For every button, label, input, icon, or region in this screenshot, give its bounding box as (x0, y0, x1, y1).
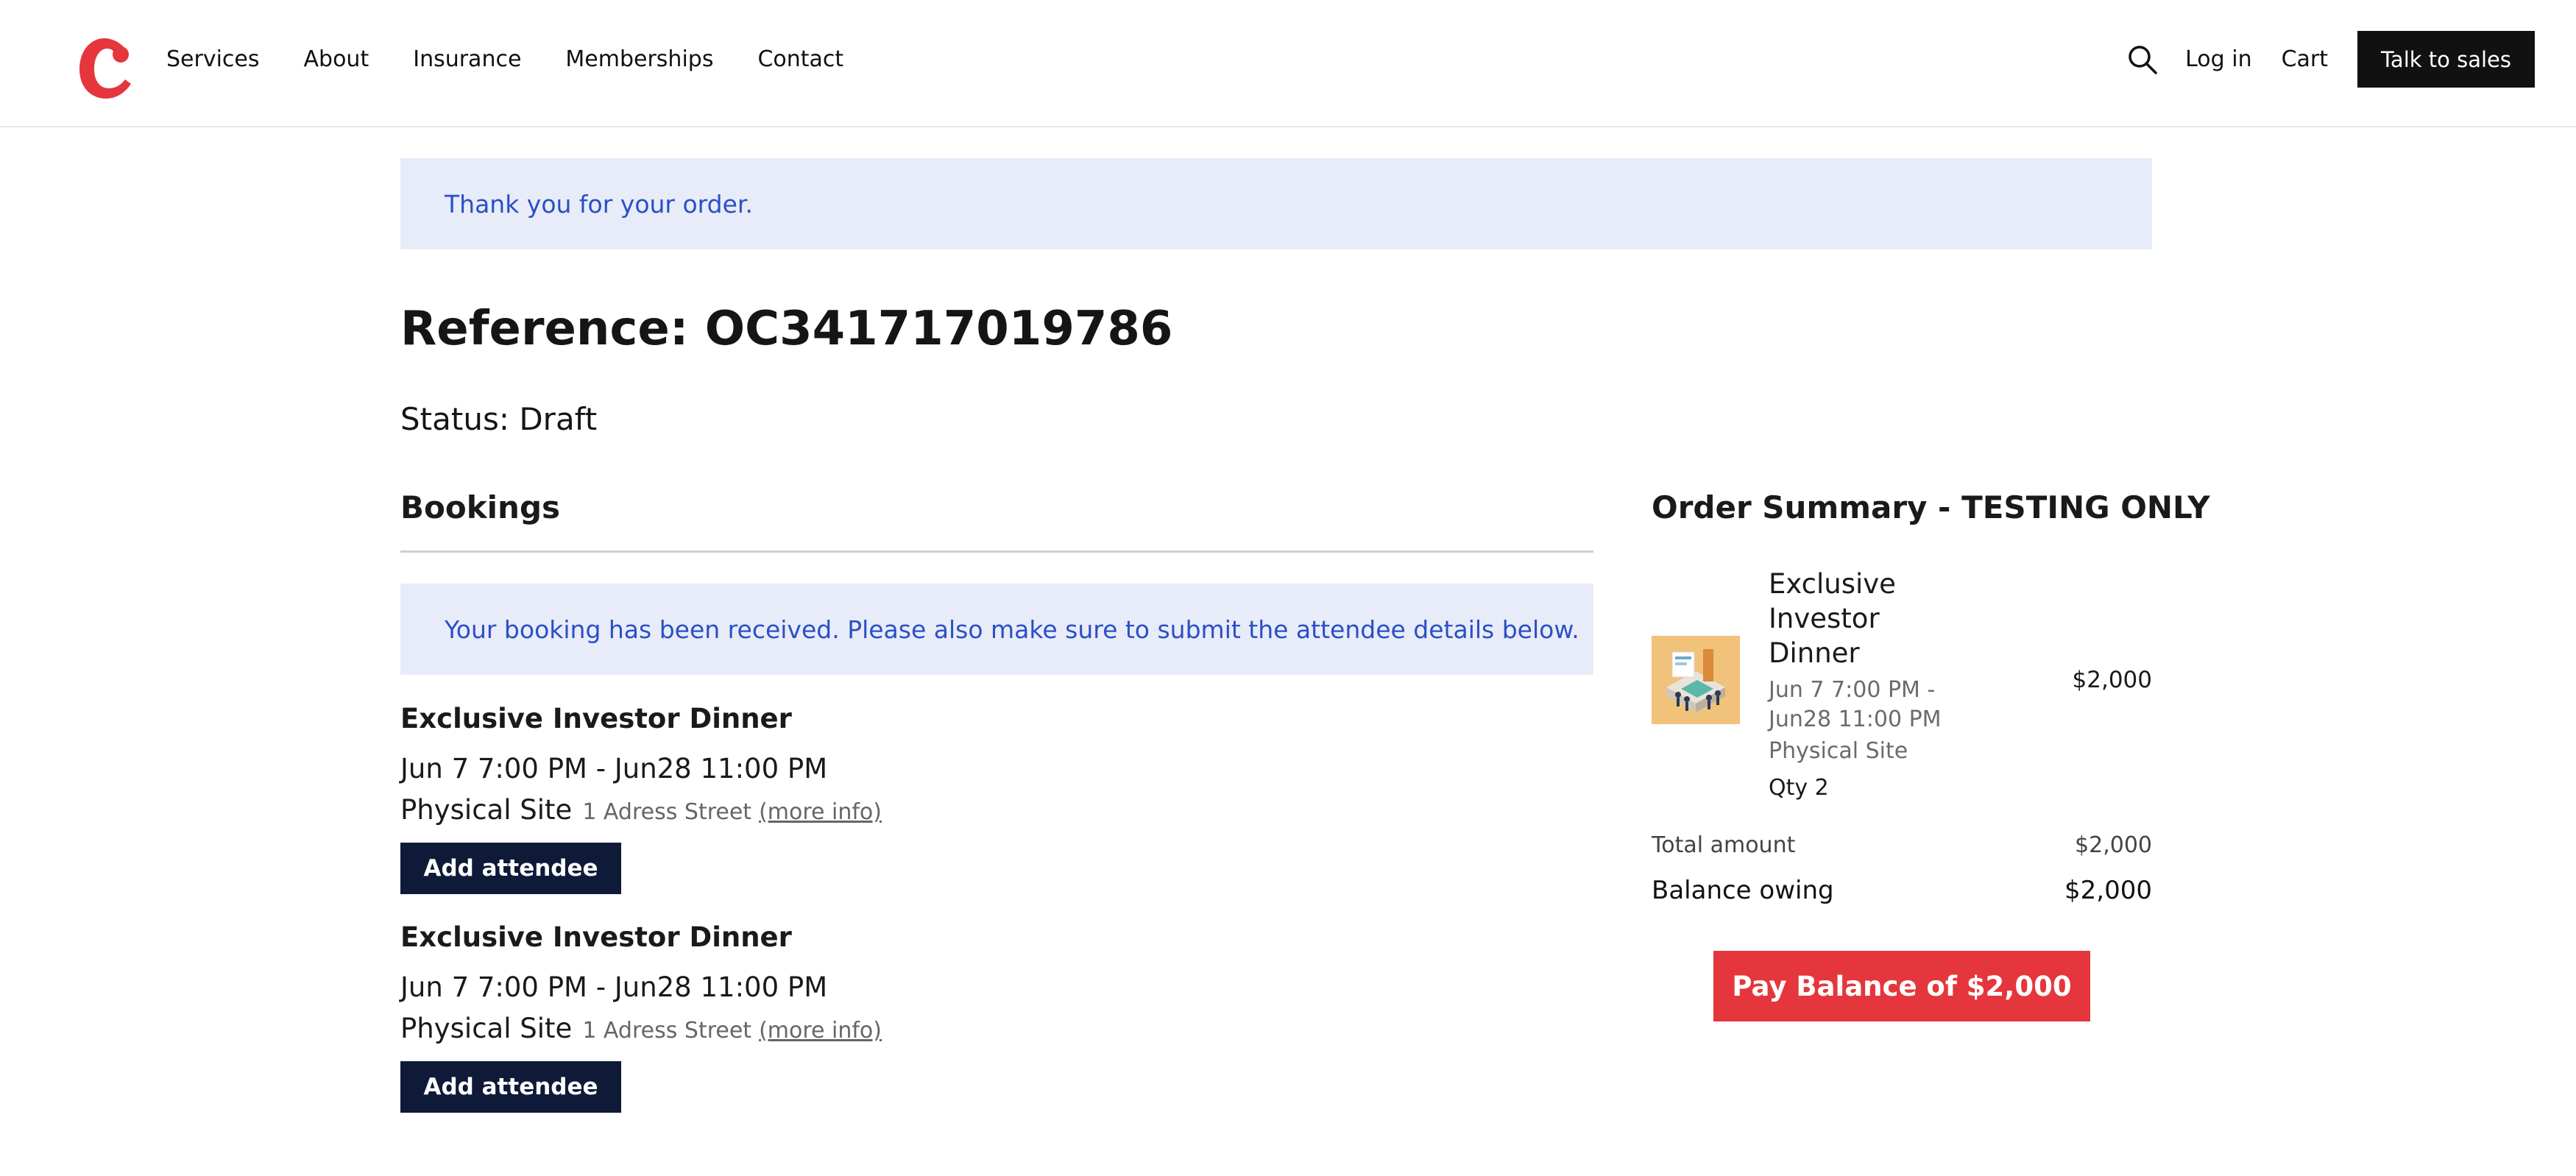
more-info-link[interactable]: (more info) (759, 1018, 882, 1044)
main-nav: Services About Insurance Memberships Con… (166, 0, 888, 118)
cart-link[interactable]: Cart (2282, 46, 2328, 72)
order-status: Status: Draft (400, 401, 598, 437)
total-amount-label: Total amount (1652, 832, 1796, 858)
nav-contact[interactable]: Contact (757, 46, 843, 72)
order-confirmation-alert: Thank you for your order. (400, 158, 2152, 249)
balance-owing-label: Balance owing (1652, 876, 1834, 905)
site-header: Services About Insurance Memberships Con… (0, 0, 2576, 127)
login-link[interactable]: Log in (2185, 46, 2251, 72)
bookings-heading: Bookings (400, 489, 561, 525)
booking-location: Physical Site 1 Adress Street (more info… (400, 1013, 1357, 1051)
talk-to-sales-button[interactable]: Talk to sales (2357, 31, 2535, 88)
header-actions: Log in Cart Talk to sales (2126, 31, 2535, 88)
nav-memberships[interactable]: Memberships (565, 46, 713, 72)
add-attendee-button[interactable]: Add attendee (400, 843, 621, 894)
brand-logo-icon[interactable] (79, 38, 132, 99)
nav-about[interactable]: About (304, 46, 369, 72)
booking-site: Physical Site (400, 794, 573, 826)
summary-item-name: Exclusive Investor Dinner (1769, 568, 1896, 669)
total-amount-row: Total amount $2,000 (1652, 832, 2152, 858)
order-summary-heading: Order Summary - TESTING ONLY (1652, 489, 2210, 525)
nav-insurance[interactable]: Insurance (413, 46, 521, 72)
booking-name: Exclusive Investor Dinner (400, 703, 792, 734)
order-reference: Reference: OC341717019786 (400, 302, 1173, 356)
bookings-divider (400, 550, 1593, 553)
booking-location: Physical Site 1 Adress Street (more info… (400, 794, 1357, 832)
booking-address: 1 Adress Street (582, 1018, 752, 1044)
search-icon[interactable] (2126, 43, 2159, 76)
booking-site: Physical Site (400, 1013, 573, 1044)
summary-item-site: Physical Site (1769, 738, 1908, 764)
nav-services[interactable]: Services (166, 46, 260, 72)
booking-item: Exclusive Investor Dinner Jun 7 7:00 PM … (400, 921, 1357, 1113)
total-amount-value: $2,000 (2075, 832, 2152, 858)
event-thumbnail-image (1652, 636, 1740, 724)
balance-owing-value: $2,000 (2064, 876, 2152, 905)
pay-balance-button[interactable]: Pay Balance of $2,000 (1713, 951, 2090, 1021)
add-attendee-button[interactable]: Add attendee (400, 1061, 621, 1113)
booking-address: 1 Adress Street (582, 799, 752, 825)
booking-item: Exclusive Investor Dinner Jun 7 7:00 PM … (400, 703, 1357, 894)
booking-received-alert: Your booking has been received. Please a… (400, 584, 1593, 675)
booking-name: Exclusive Investor Dinner (400, 921, 792, 953)
summary-item-qty: Qty 2 (1769, 775, 1829, 801)
balance-owing-row: Balance owing $2,000 (1652, 876, 2152, 905)
more-info-link[interactable]: (more info) (759, 799, 882, 825)
summary-item-price: $2,000 (2072, 667, 2152, 693)
booking-date: Jun 7 7:00 PM - Jun28 11:00 PM (400, 753, 828, 784)
summary-item-date: Jun 7 7:00 PM - Jun28 11:00 PM (1769, 677, 1942, 732)
booking-date: Jun 7 7:00 PM - Jun28 11:00 PM (400, 971, 828, 1003)
